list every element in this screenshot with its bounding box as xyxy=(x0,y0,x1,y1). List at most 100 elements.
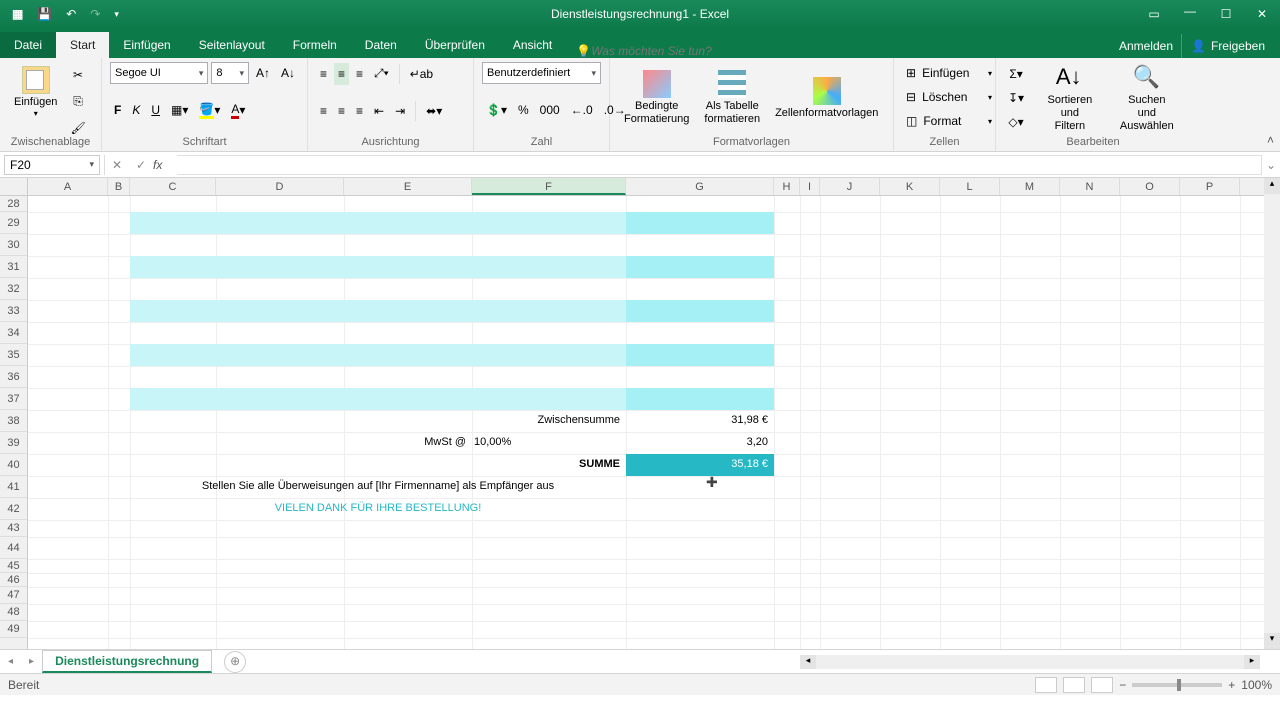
align-middle-icon[interactable]: ≡ xyxy=(334,63,349,85)
row-header-34[interactable]: 34 xyxy=(0,322,27,344)
row-header-45[interactable]: 45 xyxy=(0,559,27,573)
tab-nav-next-icon[interactable]: ▸ xyxy=(21,656,42,667)
align-center-icon[interactable]: ≡ xyxy=(334,100,349,122)
italic-button[interactable]: K xyxy=(128,99,144,121)
comma-icon[interactable]: 000 xyxy=(536,99,564,121)
insert-cells-button[interactable]: ⊞Einfügen▾ xyxy=(902,62,996,84)
col-header-B[interactable]: B xyxy=(108,178,130,195)
row-header-31[interactable]: 31 xyxy=(0,256,27,278)
col-header-J[interactable]: J xyxy=(820,178,880,195)
save-icon[interactable]: 💾 xyxy=(37,7,52,21)
signin-link[interactable]: Anmelden xyxy=(1119,39,1173,53)
minimize-icon[interactable]: — xyxy=(1172,0,1208,28)
new-sheet-icon[interactable]: ⊕ xyxy=(224,651,246,673)
vertical-scrollbar[interactable]: ▴ ▾ xyxy=(1264,178,1280,649)
sheet-tab[interactable]: Dienstleistungsrechnung xyxy=(42,650,212,673)
share-button[interactable]: 👤 Freigeben xyxy=(1181,34,1274,58)
align-bottom-icon[interactable]: ≡ xyxy=(352,63,367,85)
zoom-slider[interactable] xyxy=(1132,683,1222,687)
view-normal-icon[interactable] xyxy=(1035,677,1057,693)
row-header-42[interactable]: 42 xyxy=(0,498,27,520)
percent-icon[interactable]: % xyxy=(514,99,533,121)
row-header-33[interactable]: 33 xyxy=(0,300,27,322)
indent-dec-icon[interactable]: ⇤ xyxy=(370,100,388,122)
expand-formula-icon[interactable]: ⌄ xyxy=(1262,158,1280,172)
view-break-icon[interactable] xyxy=(1091,677,1113,693)
cell-styles-button[interactable]: Zellenformatvorlagen xyxy=(769,73,884,124)
align-right-icon[interactable]: ≡ xyxy=(352,100,367,122)
row-header-37[interactable]: 37 xyxy=(0,388,27,410)
row-header-29[interactable]: 29 xyxy=(0,212,27,234)
col-header-D[interactable]: D xyxy=(216,178,344,195)
row-header-48[interactable]: 48 xyxy=(0,604,27,621)
col-header-H[interactable]: H xyxy=(774,178,800,195)
cell-mwst-rate[interactable]: 10,00% xyxy=(474,436,511,448)
cell-summe-value[interactable]: 35,18 € xyxy=(626,458,768,470)
worksheet-grid[interactable]: ABCDEFGHIJKLMNOP 28293031323334353637383… xyxy=(0,178,1280,649)
col-header-C[interactable]: C xyxy=(130,178,216,195)
col-header-I[interactable]: I xyxy=(800,178,820,195)
ribbon-options-icon[interactable]: ▭ xyxy=(1136,0,1172,28)
font-color-icon[interactable]: A▾ xyxy=(227,98,249,123)
horizontal-scrollbar[interactable]: ◂ ▸ xyxy=(800,655,1260,669)
confirm-formula-icon[interactable]: ✓ xyxy=(129,158,153,172)
row-header-44[interactable]: 44 xyxy=(0,537,27,559)
font-name-combo[interactable]: Segoe UI▾ xyxy=(110,62,208,84)
hscroll-left-icon[interactable]: ◂ xyxy=(800,655,816,669)
sort-filter-button[interactable]: A↓ Sortieren und Filtern xyxy=(1031,60,1109,137)
paste-button[interactable]: Einfügen ▾ xyxy=(8,62,63,122)
col-header-G[interactable]: G xyxy=(626,178,774,195)
tab-insert[interactable]: Einfügen xyxy=(109,32,184,58)
align-top-icon[interactable]: ≡ xyxy=(316,63,331,85)
namebox-caret-icon[interactable]: ▾ xyxy=(89,159,94,170)
row-header-46[interactable]: 46 xyxy=(0,573,27,587)
tab-file[interactable]: Datei xyxy=(0,32,56,58)
format-cells-button[interactable]: ◫Format▾ xyxy=(902,110,996,132)
cell-subtotal-value[interactable]: 31,98 € xyxy=(626,414,768,426)
tab-home[interactable]: Start xyxy=(56,32,109,58)
wrap-text-icon[interactable]: ↵ab xyxy=(406,63,437,85)
fill-icon[interactable]: ↧▾ xyxy=(1004,87,1028,109)
col-header-E[interactable]: E xyxy=(344,178,472,195)
col-header-M[interactable]: M xyxy=(1000,178,1060,195)
tab-data[interactable]: Daten xyxy=(351,32,411,58)
cond-format-button[interactable]: Bedingte Formatierung xyxy=(618,66,695,130)
tab-view[interactable]: Ansicht xyxy=(499,32,566,58)
row-headers[interactable]: 2829303132333435363738394041424344454647… xyxy=(0,196,28,649)
indent-inc-icon[interactable]: ⇥ xyxy=(391,100,409,122)
undo-icon[interactable]: ↶ xyxy=(66,7,76,21)
row-header-47[interactable]: 47 xyxy=(0,587,27,604)
close-icon[interactable]: ✕ xyxy=(1244,0,1280,28)
autosum-icon[interactable]: Σ▾ xyxy=(1004,63,1028,85)
number-format-combo[interactable]: Benutzerdefiniert▾ xyxy=(482,62,601,84)
orientation-icon[interactable]: ⤢▾ xyxy=(370,62,393,85)
qat-more-icon[interactable]: ▾ xyxy=(114,9,119,20)
copy-icon[interactable]: ⎘ xyxy=(66,90,89,113)
tab-formulas[interactable]: Formeln xyxy=(279,32,351,58)
currency-icon[interactable]: 💲▾ xyxy=(482,99,511,121)
scroll-up-icon[interactable]: ▴ xyxy=(1264,178,1280,194)
row-header-41[interactable]: 41 xyxy=(0,476,27,498)
zoom-value[interactable]: 100% xyxy=(1241,678,1272,692)
tellme-input[interactable] xyxy=(591,44,791,58)
row-header-38[interactable]: 38 xyxy=(0,410,27,432)
inc-decimal-icon[interactable]: ←.0 xyxy=(567,99,597,121)
grow-font-icon[interactable]: A↑ xyxy=(252,62,274,84)
maximize-icon[interactable]: ☐ xyxy=(1208,0,1244,28)
align-left-icon[interactable]: ≡ xyxy=(316,100,331,122)
font-size-combo[interactable]: 8▾ xyxy=(211,62,249,84)
col-header-K[interactable]: K xyxy=(880,178,940,195)
cancel-formula-icon[interactable]: ✕ xyxy=(105,158,129,172)
cut-icon[interactable]: ✂ xyxy=(66,64,89,86)
cell-mwst-value[interactable]: 3,20 xyxy=(626,436,768,448)
tab-layout[interactable]: Seitenlayout xyxy=(185,32,279,58)
row-header-36[interactable]: 36 xyxy=(0,366,27,388)
col-header-A[interactable]: A xyxy=(28,178,108,195)
row-header-32[interactable]: 32 xyxy=(0,278,27,300)
underline-button[interactable]: U xyxy=(147,99,164,121)
scroll-down-icon[interactable]: ▾ xyxy=(1264,633,1280,649)
col-header-N[interactable]: N xyxy=(1060,178,1120,195)
redo-icon[interactable]: ↷ xyxy=(90,7,100,21)
shrink-font-icon[interactable]: A↓ xyxy=(277,62,299,84)
col-header-L[interactable]: L xyxy=(940,178,1000,195)
